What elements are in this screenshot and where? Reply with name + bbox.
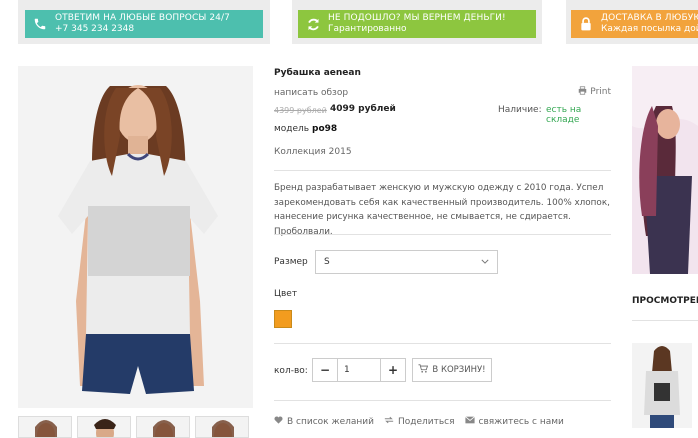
banner-support[interactable]: ОТВЕТИМ НА ЛЮБЫЕ ВОПРОСЫ 24/7 +7 345 234…	[25, 10, 263, 38]
wishlist-label: В список желаний	[287, 416, 374, 427]
banner-refund[interactable]: НЕ ПОДОШЛО? МЫ ВЕРНЕМ ДЕНЬГИ! Гарантиров…	[298, 10, 536, 38]
banner-refund-subtitle: Гарантированно	[328, 24, 407, 34]
product-thumbnail[interactable]	[18, 416, 72, 438]
divider	[274, 400, 611, 401]
model-value: po98	[312, 124, 338, 134]
contact-link[interactable]: свяжитесь с нами	[464, 416, 564, 427]
divider	[274, 170, 611, 171]
lock-icon	[571, 17, 601, 31]
product-main-image[interactable]	[18, 66, 253, 408]
quantity-increase-button[interactable]: +	[381, 359, 405, 381]
model-row: модель po98	[274, 124, 337, 134]
contact-label: свяжитесь с нами	[478, 416, 564, 427]
banner-refund-title: НЕ ПОДОШЛО? МЫ ВЕРНЕМ ДЕНЬГИ!	[328, 13, 506, 23]
product-description: Бренд разрабатывает женскую и мужскую од…	[274, 183, 610, 237]
availability-value: есть на складе	[546, 105, 582, 125]
print-button[interactable]: Print	[578, 86, 611, 98]
price-current: 4099 рублей	[330, 104, 396, 114]
add-to-cart-button[interactable]: В КОРЗИНУ!	[412, 358, 492, 382]
size-selected-value: S	[324, 257, 330, 267]
collection-label: Коллекция	[274, 147, 326, 157]
size-label: Размер	[274, 257, 308, 267]
banner-support-phone: +7 345 234 2348	[55, 24, 135, 34]
cart-icon	[418, 364, 429, 376]
divider	[632, 320, 698, 321]
recently-viewed-heading: ПРОСМОТРЕН	[632, 296, 698, 306]
print-label: Print	[590, 87, 611, 97]
share-label: Поделиться	[397, 416, 455, 427]
wishlist-link[interactable]: В список желаний	[274, 416, 374, 427]
product-thumbnails	[18, 416, 249, 438]
promo-banner-image[interactable]	[632, 66, 698, 274]
recently-viewed-item-image[interactable]	[632, 343, 692, 428]
share-icon	[384, 416, 394, 427]
chevron-down-icon	[481, 257, 489, 267]
add-to-cart-label: В КОРЗИНУ!	[432, 365, 486, 375]
heart-icon	[274, 416, 283, 427]
availability-label: Наличие:	[498, 105, 542, 115]
phone-icon	[25, 17, 55, 31]
banner-delivery-subtitle: Каждая посылка дой	[601, 24, 698, 34]
product-title: Рубашка aenean	[274, 68, 361, 78]
product-thumbnail[interactable]	[195, 416, 249, 438]
write-review-link[interactable]: написать обзор	[274, 88, 348, 98]
quantity-label: кол-во:	[274, 366, 308, 376]
refresh-icon	[298, 17, 328, 32]
banner-support-title: ОТВЕТИМ НА ЛЮБЫЕ ВОПРОСЫ 24/7	[55, 13, 230, 23]
envelope-icon	[464, 416, 475, 427]
divider	[274, 343, 611, 344]
banner-delivery[interactable]: ДОСТАВКА В ЛЮБУЮ Каждая посылка дой	[571, 10, 698, 38]
quantity-input[interactable]: 1	[337, 359, 381, 381]
color-swatch-orange[interactable]	[274, 310, 292, 328]
banner-delivery-title: ДОСТАВКА В ЛЮБУЮ	[601, 13, 698, 23]
product-actions: В список желаний Поделиться свяжитесь с …	[274, 416, 564, 427]
product-thumbnail[interactable]	[136, 416, 190, 438]
print-icon	[578, 86, 587, 98]
collection-value: 2015	[328, 147, 352, 157]
quantity-decrease-button[interactable]: −	[313, 359, 337, 381]
divider	[274, 234, 611, 235]
collection-row: Коллекция 2015	[274, 147, 352, 157]
share-link[interactable]: Поделиться	[384, 416, 455, 427]
quantity-stepper: − 1 +	[312, 358, 406, 382]
color-label: Цвет	[274, 289, 298, 299]
size-select[interactable]: S	[315, 250, 498, 274]
product-thumbnail[interactable]	[77, 416, 131, 438]
model-label: модель	[274, 124, 310, 134]
price-old: 4399 рублей	[274, 106, 327, 115]
